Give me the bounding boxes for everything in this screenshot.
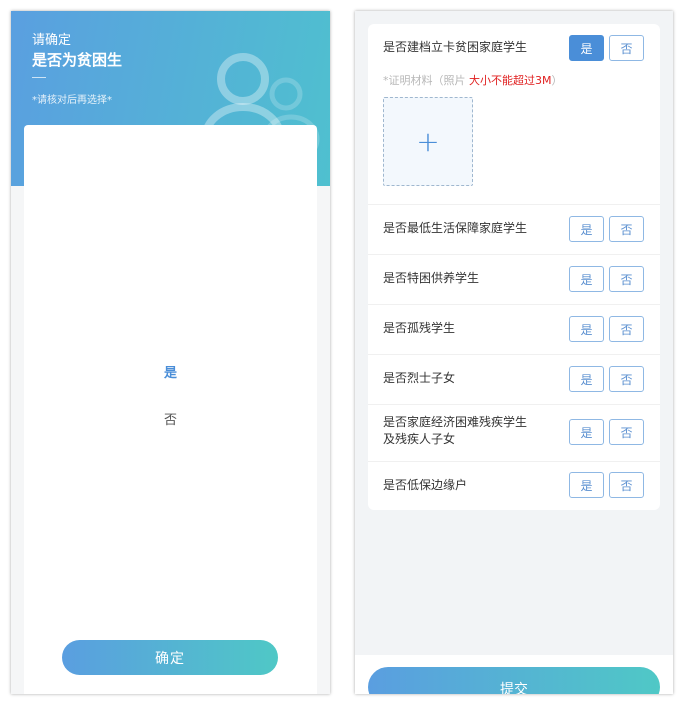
row-label: 是否建档立卡贫困家庭学生 xyxy=(383,40,528,54)
yes-button[interactable]: 是 xyxy=(569,316,604,342)
submit-button[interactable]: 提交 xyxy=(368,667,660,694)
header-hint: *请核对后再选择* xyxy=(32,95,112,106)
header-title-line2: 是否为贫困生 xyxy=(32,51,123,69)
row-label: 是否特困供养学生 xyxy=(383,271,480,285)
selection-card: 是 否 确定 xyxy=(24,125,317,694)
yes-button[interactable]: 是 xyxy=(569,366,604,392)
proof-suffix: ） xyxy=(551,74,563,87)
option-no[interactable]: 否 xyxy=(24,409,317,428)
no-button[interactable]: 否 xyxy=(609,35,644,61)
row-label-line2: 及残疾人子女 xyxy=(383,432,456,446)
form-row-6: 是否低保边缘户 是 否 xyxy=(368,461,660,510)
header-title-line1: 请确定 xyxy=(32,33,72,48)
yes-button[interactable]: 是 xyxy=(569,419,604,445)
row-label: 是否低保边缘户 xyxy=(383,478,468,492)
form-row-4: 是否烈士子女 是 否 xyxy=(368,354,660,405)
row-label-line1: 是否家庭经济困难残疾学生 xyxy=(383,415,528,429)
form-row-2: 是否特困供养学生 是 否 xyxy=(368,254,660,305)
plus-icon: + xyxy=(416,125,440,158)
proof-size-warning: 大小不能超过3M xyxy=(469,74,552,87)
form-row-3: 是否孤残学生 是 否 xyxy=(368,304,660,355)
form-card: 是否建档立卡贫困家庭学生 是 否 *证明材料（照片 大小不能超过3M） + 是否… xyxy=(368,24,660,510)
poverty-confirm-screen: 请确定 是否为贫困生 *请核对后再选择* 是 否 确定 xyxy=(11,11,330,694)
no-button[interactable]: 否 xyxy=(609,266,644,292)
no-button[interactable]: 否 xyxy=(609,316,644,342)
form-row-5: 是否家庭经济困难残疾学生 及残疾人子女 是 否 xyxy=(368,404,660,462)
row-label: 是否家庭经济困难残疾学生 及残疾人子女 xyxy=(383,414,527,448)
confirm-button[interactable]: 确定 xyxy=(62,640,278,675)
yes-button[interactable]: 是 xyxy=(569,216,604,242)
row-label: 是否孤残学生 xyxy=(383,321,456,335)
yes-button[interactable]: 是 xyxy=(569,35,604,61)
row-label: 是否烈士子女 xyxy=(383,371,456,385)
form-row-0: 是否建档立卡贫困家庭学生 是 否 *证明材料（照片 大小不能超过3M） + xyxy=(368,24,660,205)
yes-button[interactable]: 是 xyxy=(569,266,604,292)
yes-button[interactable]: 是 xyxy=(569,472,604,498)
row-label: 是否最低生活保障家庭学生 xyxy=(383,221,528,235)
upload-box[interactable]: + xyxy=(383,97,473,186)
form-row-1: 是否最低生活保障家庭学生 是 否 xyxy=(368,204,660,255)
no-button[interactable]: 否 xyxy=(609,419,644,445)
no-button[interactable]: 否 xyxy=(609,366,644,392)
option-yes[interactable]: 是 xyxy=(24,362,317,381)
no-button[interactable]: 否 xyxy=(609,472,644,498)
header-divider xyxy=(32,77,46,78)
poverty-form-screen: 是否建档立卡贫困家庭学生 是 否 *证明材料（照片 大小不能超过3M） + 是否… xyxy=(355,11,673,694)
proof-prefix: *证明材料（照片 xyxy=(383,74,469,87)
no-button[interactable]: 否 xyxy=(609,216,644,242)
proof-material-label: *证明材料（照片 大小不能超过3M） xyxy=(383,72,563,88)
